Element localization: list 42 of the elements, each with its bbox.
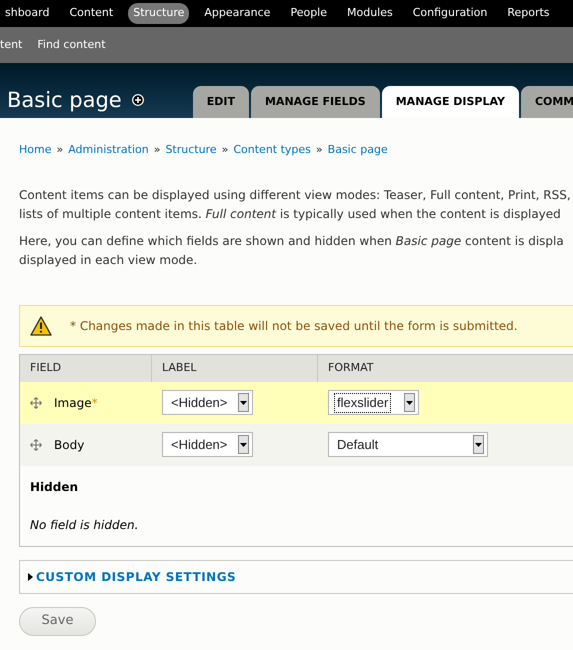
toolbar-link[interactable]: Appearance	[199, 3, 276, 24]
toolbar-link[interactable]: Reports	[502, 3, 555, 24]
toolbar-link[interactable]: shboard	[0, 3, 54, 24]
drag-handle-icon[interactable]	[30, 438, 42, 450]
warning-text: * Changes made in this table will not be saved until the form is submitted.	[70, 318, 518, 334]
shortcut-link[interactable]: tent	[0, 36, 22, 54]
toolbar-link[interactable]: People	[285, 3, 332, 24]
breadcrumb-link[interactable]: Basic page	[328, 142, 388, 158]
toolbar-link[interactable]: Configuration	[408, 3, 492, 24]
breadcrumb-link[interactable]: Structure	[165, 142, 217, 158]
toolbar-link[interactable]: Content	[64, 3, 118, 24]
breadcrumb-link[interactable]: Content types	[233, 142, 311, 158]
breadcrumb-link[interactable]: Administration	[68, 142, 149, 158]
select-field[interactable]: <Hidden>	[162, 390, 253, 415]
warning-icon	[30, 316, 52, 336]
drag-handle-icon[interactable]	[30, 396, 42, 408]
save-button[interactable]: Save	[19, 606, 96, 636]
breadcrumb-separator: »	[222, 142, 228, 158]
shortcut-link[interactable]: Find content	[37, 36, 106, 54]
empty-region-message: No field is hidden.	[30, 516, 140, 534]
select-field[interactable]: <Hidden>	[162, 432, 253, 457]
hidden-region-heading: Hidden	[30, 478, 80, 496]
add-shortcut-icon[interactable]	[132, 94, 144, 106]
breadcrumb-separator: »	[154, 142, 160, 158]
page-title: Basic page	[7, 87, 122, 114]
tab[interactable]: EDIT	[192, 86, 249, 118]
toolbar-link[interactable]: Modules	[342, 3, 398, 24]
toolbar-link[interactable]: Structure	[128, 3, 190, 24]
tab[interactable]: MANAGE FIELDS	[250, 86, 380, 118]
field-name: Image*	[54, 394, 98, 412]
select-field[interactable]: Default	[328, 432, 488, 457]
tab[interactable]: MANAGE DISPLAY	[382, 86, 519, 118]
column-header: FORMAT	[327, 360, 375, 376]
description-paragraph: Content items can be displayed using different view modes: Teaser, Full content, Print, RSS, lists of multiple content items. Full content is typically used when the content is displayed	[19, 186, 572, 222]
breadcrumb-link[interactable]: Home	[19, 142, 52, 158]
field-name: Body	[54, 436, 84, 454]
fieldset-toggle-link[interactable]: CUSTOM DISPLAY SETTINGS	[36, 568, 236, 586]
breadcrumb-separator: »	[316, 142, 323, 158]
breadcrumb-separator: »	[56, 142, 64, 158]
select-field[interactable]: flexslider	[328, 390, 419, 415]
description-paragraph: Here, you can define which fields are shown and hidden when Basic page content is displa displayed in each view mode.	[19, 232, 565, 268]
tab[interactable]: COMM	[520, 86, 573, 118]
